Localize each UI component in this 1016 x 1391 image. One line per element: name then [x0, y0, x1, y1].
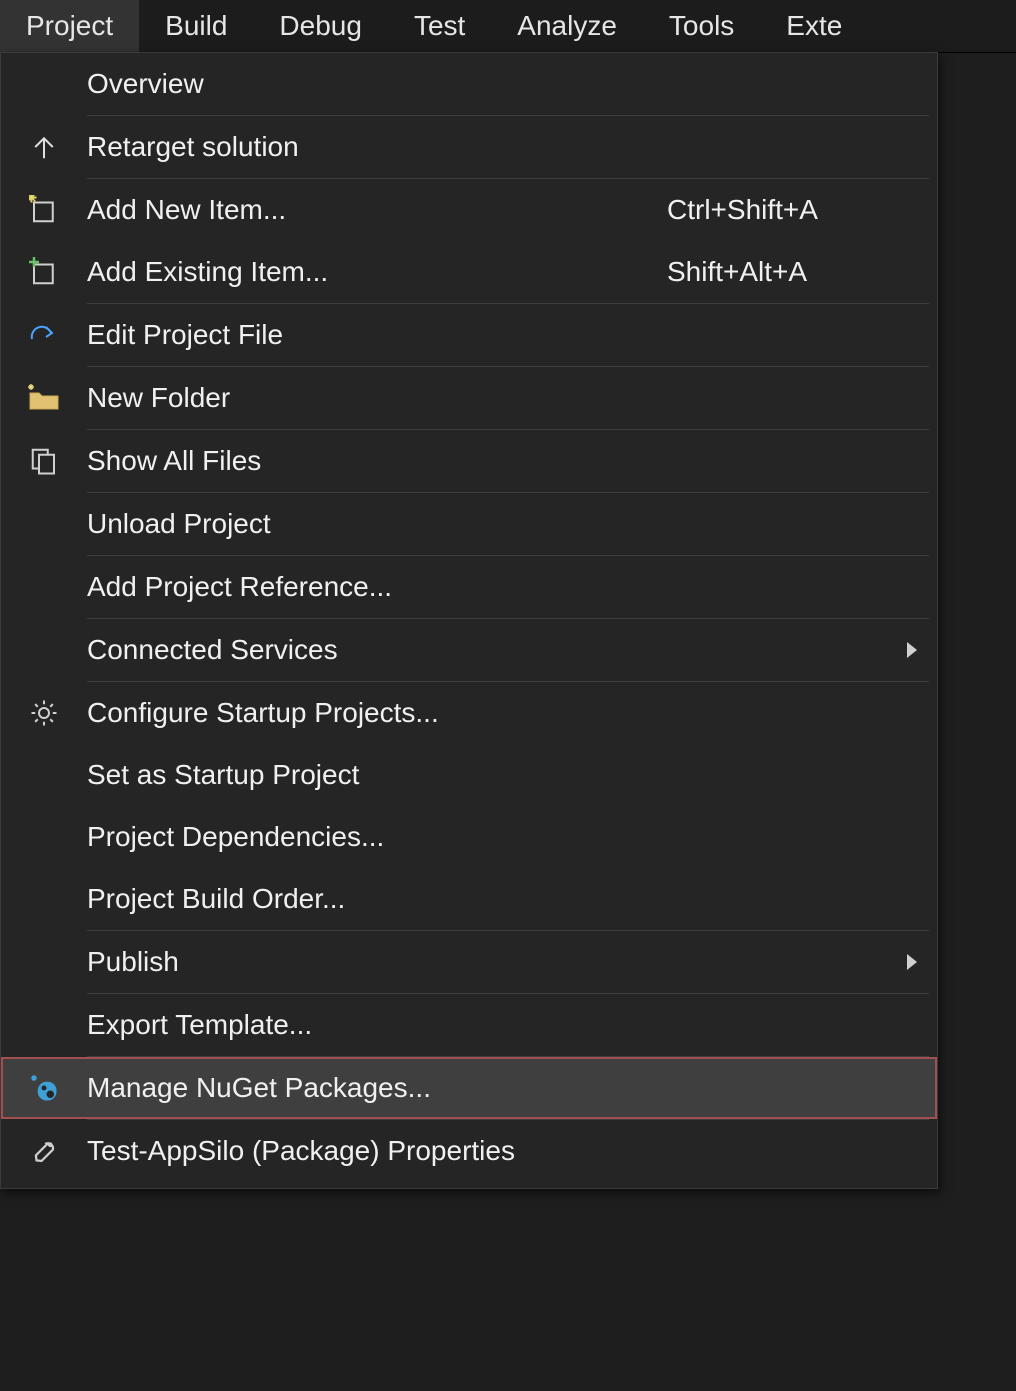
menu-item-unload-project[interactable]: Unload Project	[1, 493, 937, 555]
menu-item-manage-nuget[interactable]: Manage NuGet Packages...	[1, 1057, 937, 1119]
menu-label: Project Dependencies...	[87, 821, 667, 853]
menu-item-new-folder[interactable]: New Folder	[1, 367, 937, 429]
new-folder-icon	[1, 384, 87, 412]
menu-label: Add Project Reference...	[87, 571, 667, 603]
arrow-up-icon	[1, 132, 87, 162]
menu-label: Manage NuGet Packages...	[87, 1072, 667, 1104]
menu-label: Edit Project File	[87, 319, 667, 351]
menubar-item-analyze[interactable]: Analyze	[491, 0, 643, 52]
menu-item-edit-project-file[interactable]: Edit Project File	[1, 304, 937, 366]
nuget-icon	[1, 1073, 87, 1103]
menu-label: Export Template...	[87, 1009, 667, 1041]
menu-item-add-existing-item[interactable]: Add Existing Item... Shift+Alt+A	[1, 241, 937, 303]
menu-item-publish[interactable]: Publish	[1, 931, 937, 993]
menubar-item-test[interactable]: Test	[388, 0, 491, 52]
menu-label: Retarget solution	[87, 131, 667, 163]
menu-label: Add New Item...	[87, 194, 667, 226]
menu-label: Test-AppSilo (Package) Properties	[87, 1135, 667, 1167]
menu-label: Project Build Order...	[87, 883, 667, 915]
menubar: Project Build Debug Test Analyze Tools E…	[0, 0, 1016, 53]
menu-item-properties[interactable]: Test-AppSilo (Package) Properties	[1, 1120, 937, 1182]
menubar-item-extensions[interactable]: Exte	[760, 0, 868, 52]
menubar-item-build[interactable]: Build	[139, 0, 253, 52]
menu-label: Overview	[87, 68, 667, 100]
menu-label: Publish	[87, 946, 667, 978]
menu-item-configure-startup[interactable]: Configure Startup Projects...	[1, 682, 937, 744]
wrench-icon	[1, 1136, 87, 1166]
menubar-item-project[interactable]: Project	[0, 0, 139, 52]
chevron-right-icon	[907, 954, 917, 970]
gear-icon	[1, 698, 87, 728]
menu-label: Set as Startup Project	[87, 759, 667, 791]
menu-item-project-dependencies[interactable]: Project Dependencies...	[1, 806, 937, 868]
menu-item-add-new-item[interactable]: Add New Item... Ctrl+Shift+A	[1, 179, 937, 241]
menu-label: Connected Services	[87, 634, 667, 666]
menu-label: Show All Files	[87, 445, 667, 477]
menu-item-overview[interactable]: Overview	[1, 53, 937, 115]
redo-arrow-icon	[1, 323, 87, 347]
menu-label: New Folder	[87, 382, 667, 414]
chevron-right-icon	[907, 642, 917, 658]
menubar-item-debug[interactable]: Debug	[253, 0, 388, 52]
menu-label: Configure Startup Projects...	[87, 697, 667, 729]
menu-item-show-all-files[interactable]: Show All Files	[1, 430, 937, 492]
show-all-files-icon	[1, 446, 87, 476]
add-existing-icon	[1, 257, 87, 287]
menu-item-set-startup[interactable]: Set as Startup Project	[1, 744, 937, 806]
menu-item-project-build-order[interactable]: Project Build Order...	[1, 868, 937, 930]
menu-item-export-template[interactable]: Export Template...	[1, 994, 937, 1056]
menu-label: Unload Project	[87, 508, 667, 540]
menubar-item-tools[interactable]: Tools	[643, 0, 760, 52]
menu-item-connected-services[interactable]: Connected Services	[1, 619, 937, 681]
menu-item-add-project-reference[interactable]: Add Project Reference...	[1, 556, 937, 618]
project-dropdown: Overview Retarget solution	[0, 52, 938, 1189]
new-item-icon	[1, 195, 87, 225]
menu-shortcut: Ctrl+Shift+A	[667, 194, 937, 226]
menu-item-retarget-solution[interactable]: Retarget solution	[1, 116, 937, 178]
menu-label: Add Existing Item...	[87, 256, 667, 288]
menu-shortcut: Shift+Alt+A	[667, 256, 937, 288]
